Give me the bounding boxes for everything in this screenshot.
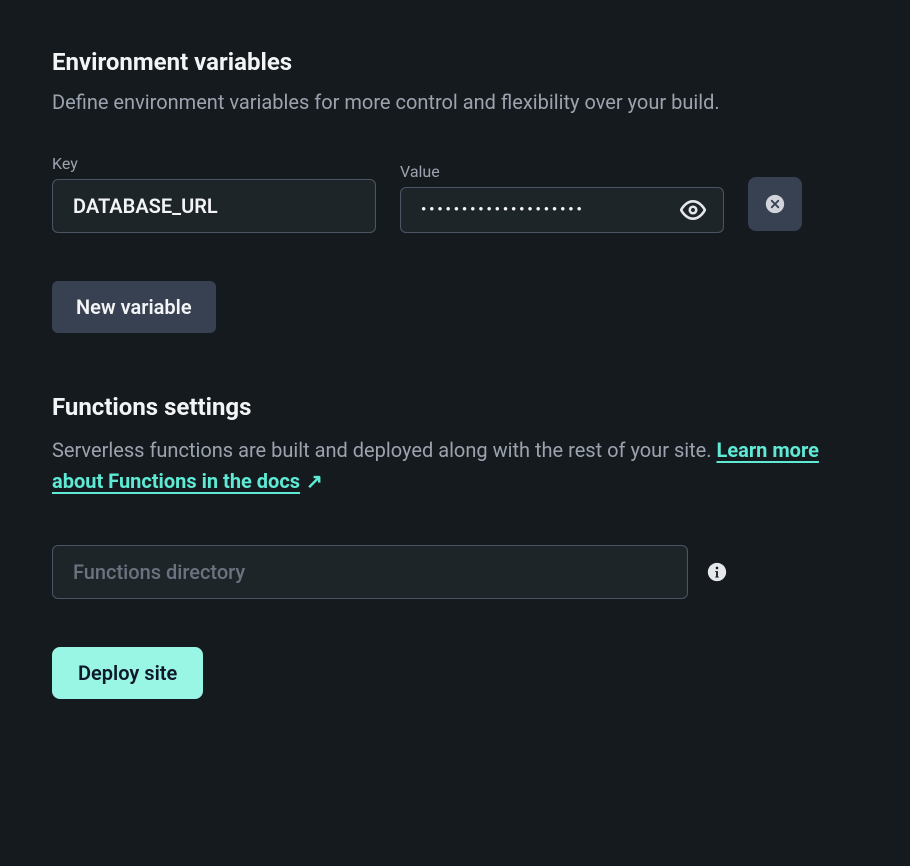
env-variable-row: Key Value [52,154,858,233]
env-section-title: Environment variables [52,48,858,76]
reveal-value-button[interactable] [676,193,710,227]
key-label: Key [52,154,376,173]
value-field-group: Value [400,162,724,233]
functions-desc-text: Serverless functions are built and deplo… [52,438,717,462]
environment-variables-section: Environment variables Define environment… [52,48,858,333]
new-variable-button[interactable]: New variable [52,281,216,333]
functions-section-description: Serverless functions are built and deplo… [52,435,858,497]
functions-input-row [52,545,858,599]
functions-section-title: Functions settings [52,393,858,421]
value-label: Value [400,162,724,181]
value-input-wrapper [400,187,724,233]
remove-variable-button[interactable] [748,177,802,231]
env-section-description: Define environment variables for more co… [52,90,858,114]
functions-settings-section: Functions settings Serverless functions … [52,393,858,699]
eye-icon [680,197,706,223]
functions-directory-input[interactable] [52,545,688,599]
env-key-input[interactable] [52,179,376,233]
functions-info-button[interactable] [706,561,728,583]
info-icon [706,561,728,583]
deploy-site-button[interactable]: Deploy site [52,647,203,699]
external-link-icon: ↗ [306,466,323,497]
close-circle-icon [764,193,786,215]
key-field-group: Key [52,154,376,233]
